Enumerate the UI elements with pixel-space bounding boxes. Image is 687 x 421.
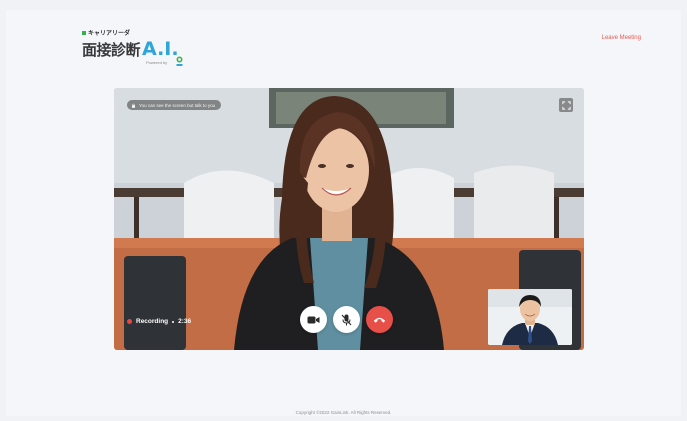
separator-dot (172, 320, 175, 323)
footer-copyright: Copyright ©2022 GainLink. All Rights Res… (295, 410, 392, 415)
brand-logo[interactable]: キャリアリーダ 面接診断 A.I. Powered by (82, 28, 192, 72)
leave-meeting-link[interactable]: Leave Meeting (602, 35, 641, 41)
recording-label: Recording (136, 318, 169, 325)
screen-notice: You can see the screen but talk to you (127, 100, 222, 110)
hang-up-button[interactable] (366, 306, 393, 333)
call-controls (300, 306, 393, 333)
lock-icon (132, 103, 135, 108)
brand-title-ai: A.I. (142, 38, 179, 60)
video-camera-icon (307, 316, 320, 323)
brand-square-icon (82, 30, 86, 35)
screen-notice-text: You can see the screen but talk to you (139, 102, 216, 108)
mute-button[interactable] (333, 306, 360, 333)
video-stage: You can see the screen but talk to you R… (114, 88, 584, 350)
powered-by-label: Powered by (146, 60, 168, 65)
fullscreen-button[interactable] (559, 98, 573, 112)
microphone-off-icon (341, 314, 352, 325)
self-video (488, 289, 572, 345)
expand-icon (561, 100, 571, 110)
self-view-thumbnail[interactable] (488, 289, 572, 345)
recording-dot-icon (127, 319, 132, 324)
recording-time: 2:36 (178, 318, 192, 325)
brand-title-jp: 面接診断 (82, 41, 141, 59)
phone-hangup-icon (373, 317, 386, 323)
brand-small-text: キャリアリーダ (82, 28, 192, 37)
recording-indicator: Recording 2:36 (127, 318, 191, 325)
camera-button[interactable] (300, 306, 327, 333)
partner-logo-icon (176, 56, 183, 66)
brand-tagline: キャリアリーダ (88, 31, 131, 37)
